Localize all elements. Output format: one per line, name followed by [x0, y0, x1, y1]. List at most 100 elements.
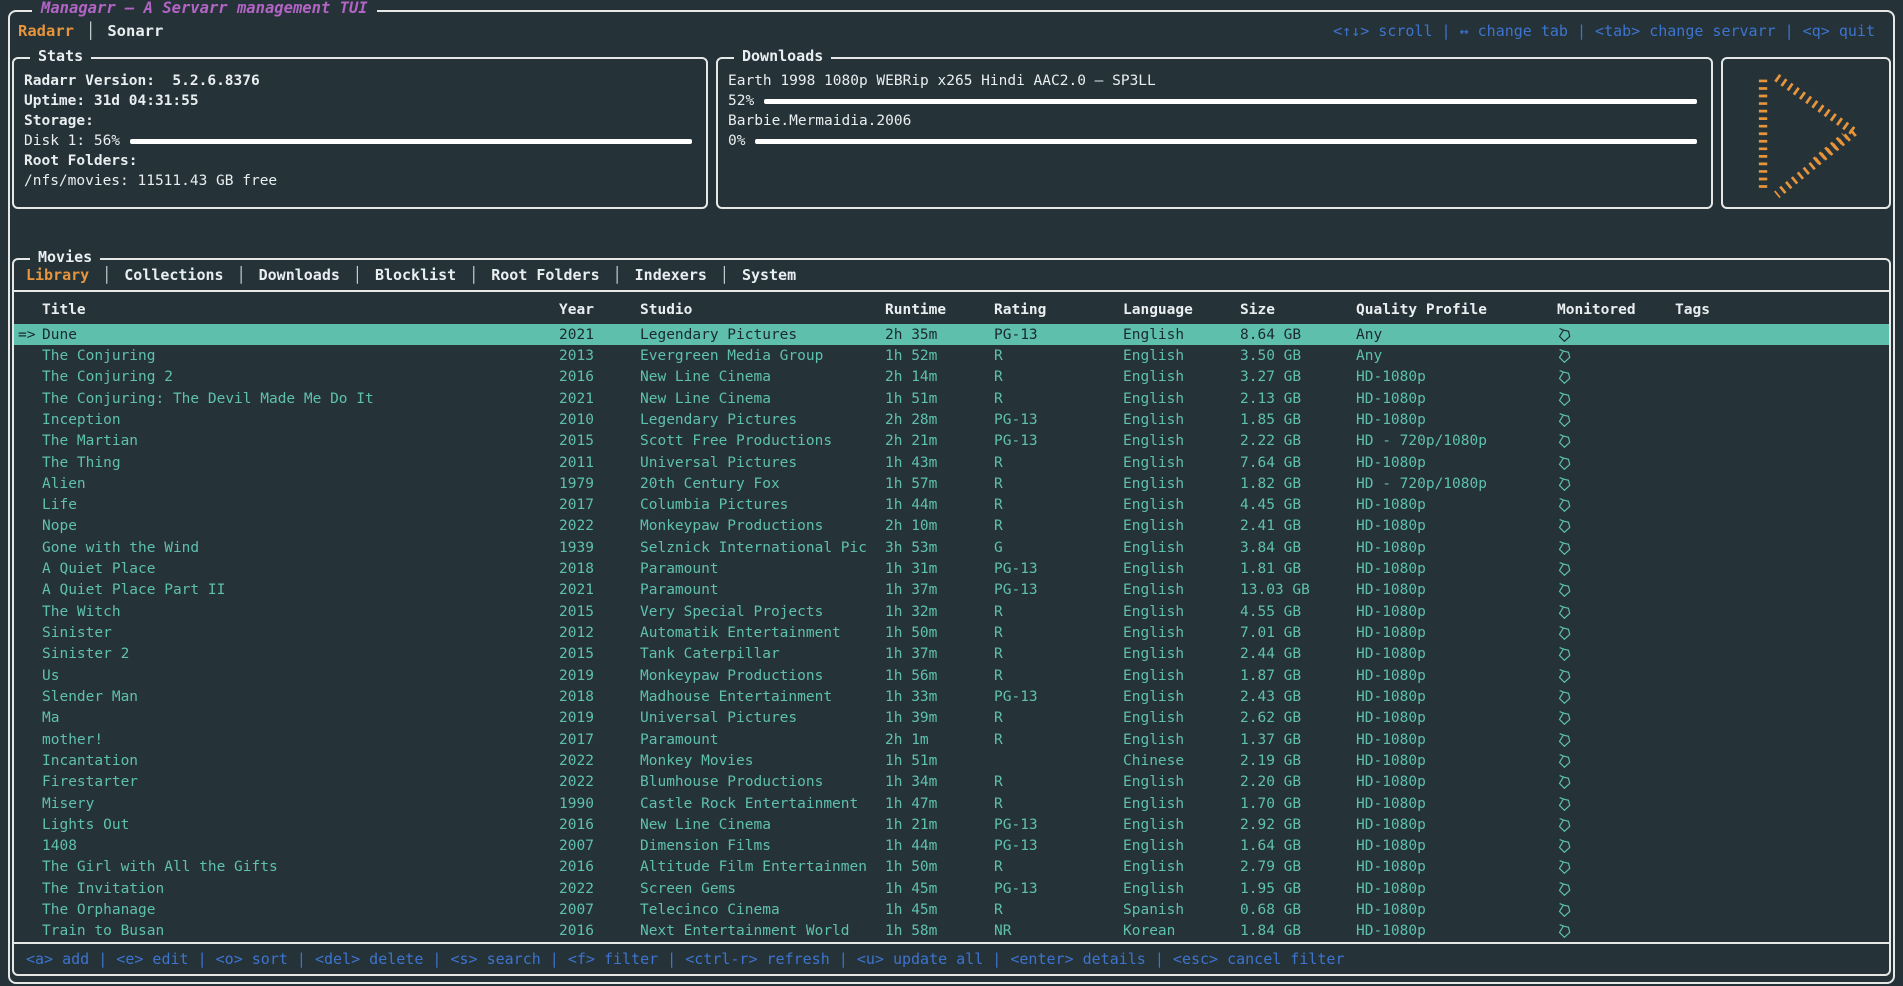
cell-size: 2.19 GB — [1240, 753, 1356, 769]
tab-blocklist[interactable]: Blocklist — [375, 266, 456, 284]
cell-runtime: 1h 52m — [885, 348, 994, 364]
monitored-tag-icon — [1557, 710, 1675, 726]
cell-year: 2017 — [559, 732, 640, 748]
table-row[interactable]: mother! 2017 Paramount 2h 1m R English 1… — [14, 729, 1889, 750]
tab-library[interactable]: Library — [26, 266, 89, 284]
cell-runtime: 1h 51m — [885, 753, 994, 769]
servarr-tabs: Radarr│Sonarr — [18, 22, 163, 40]
monitored-tag-icon — [1557, 433, 1675, 449]
cell-title: Sinister — [42, 625, 559, 641]
cell-rating: PG-13 — [994, 433, 1123, 449]
cell-size: 4.45 GB — [1240, 497, 1356, 513]
table-row[interactable]: Slender Man 2018 Madhouse Entertainment … — [14, 686, 1889, 707]
cell-rating: PG-13 — [994, 412, 1123, 428]
tab-indexers[interactable]: Indexers — [635, 266, 707, 284]
monitored-tag-icon — [1557, 668, 1675, 684]
table-row[interactable]: Sinister 2 2015 Tank Caterpillar 1h 37m … — [14, 644, 1889, 665]
top-panels-row: Stats Radarr Version: 5.2.6.8376 Uptime:… — [12, 57, 1891, 209]
cell-language: English — [1123, 646, 1240, 662]
cell-size: 2.20 GB — [1240, 774, 1356, 790]
tab-downloads[interactable]: Downloads — [259, 266, 340, 284]
cell-year: 2018 — [559, 561, 640, 577]
table-row[interactable]: Firestarter 2022 Blumhouse Productions 1… — [14, 772, 1889, 793]
cell-size: 2.44 GB — [1240, 646, 1356, 662]
download-name: Earth 1998 1080p WEBRip x265 Hindi AAC2.… — [728, 71, 1701, 91]
cell-language: English — [1123, 689, 1240, 705]
cell-rating: R — [994, 476, 1123, 492]
table-row[interactable]: A Quiet Place 2018 Paramount 1h 31m PG-1… — [14, 558, 1889, 579]
cell-title: Train to Busan — [42, 923, 559, 939]
table-row[interactable]: The Girl with All the Gifts 2016 Altitud… — [14, 857, 1889, 878]
stats-version-label: Radarr Version: — [24, 73, 155, 89]
table-row[interactable]: A Quiet Place Part II 2021 Paramount 1h … — [14, 580, 1889, 601]
cell-language: English — [1123, 881, 1240, 897]
movies-table-body: => Dune 2021 Legendary Pictures 2h 35m P… — [14, 324, 1889, 942]
col-header-studio: Studio — [640, 302, 885, 318]
cell-size: 2.22 GB — [1240, 433, 1356, 449]
cell-language: Spanish — [1123, 902, 1240, 918]
cell-year: 2016 — [559, 923, 640, 939]
stats-uptime-value: 31d 04:31:55 — [94, 93, 199, 109]
cell-studio: Columbia Pictures — [640, 497, 885, 513]
cell-title: Dune — [42, 327, 559, 343]
servarr-tab-radarr[interactable]: Radarr — [18, 22, 74, 40]
tab-root-folders[interactable]: Root Folders — [491, 266, 599, 284]
cell-language: English — [1123, 476, 1240, 492]
table-row[interactable]: Us 2019 Monkeypaw Productions 1h 56m R E… — [14, 665, 1889, 686]
cell-runtime: 2h 14m — [885, 369, 994, 385]
cell-rating: G — [994, 540, 1123, 556]
disk-usage-label: Disk 1: 56% — [24, 133, 120, 149]
tab-separator: │ — [102, 266, 111, 284]
table-row[interactable]: Inception 2010 Legendary Pictures 2h 28m… — [14, 409, 1889, 430]
table-row[interactable]: The Invitation 2022 Screen Gems 1h 45m P… — [14, 878, 1889, 899]
cell-title: Nope — [42, 518, 559, 534]
cell-quality-profile: HD-1080p — [1356, 796, 1557, 812]
cell-runtime: 1h 51m — [885, 391, 994, 407]
table-row[interactable]: => Dune 2021 Legendary Pictures 2h 35m P… — [14, 324, 1889, 345]
table-row[interactable]: The Thing 2011 Universal Pictures 1h 43m… — [14, 452, 1889, 473]
cell-rating: R — [994, 859, 1123, 875]
monitored-tag-icon — [1557, 391, 1675, 407]
table-row[interactable]: Gone with the Wind 1939 Selznick Interna… — [14, 537, 1889, 558]
cell-runtime: 2h 35m — [885, 327, 994, 343]
table-row[interactable]: Nope 2022 Monkeypaw Productions 2h 10m R… — [14, 516, 1889, 537]
table-row[interactable]: The Witch 2015 Very Special Projects 1h … — [14, 601, 1889, 622]
cell-rating: PG-13 — [994, 689, 1123, 705]
table-row[interactable]: Sinister 2012 Automatik Entertainment 1h… — [14, 622, 1889, 643]
table-row[interactable]: Incantation 2022 Monkey Movies 1h 51m Ch… — [14, 750, 1889, 771]
servarr-tab-sonarr[interactable]: Sonarr — [107, 22, 163, 40]
cell-language: English — [1123, 732, 1240, 748]
cell-studio: Dimension Films — [640, 838, 885, 854]
cell-size: 13.03 GB — [1240, 582, 1356, 598]
tab-separator: │ — [469, 266, 478, 284]
cell-title: Us — [42, 668, 559, 684]
table-row[interactable]: Alien 1979 20th Century Fox 1h 57m R Eng… — [14, 473, 1889, 494]
tab-system[interactable]: System — [742, 266, 796, 284]
table-row[interactable]: Ma 2019 Universal Pictures 1h 39m R Engl… — [14, 708, 1889, 729]
cell-studio: Altitude Film Entertainmen — [640, 859, 885, 875]
table-row[interactable]: The Conjuring: The Devil Made Me Do It 2… — [14, 388, 1889, 409]
cell-title: Slender Man — [42, 689, 559, 705]
download-percent-label: 52% — [728, 93, 754, 109]
cell-size: 1.81 GB — [1240, 561, 1356, 577]
cell-runtime: 1h 21m — [885, 817, 994, 833]
table-row[interactable]: The Orphanage 2007 Telecinco Cinema 1h 4… — [14, 899, 1889, 920]
cell-quality-profile: HD-1080p — [1356, 774, 1557, 790]
downloads-panel: Downloads Earth 1998 1080p WEBRip x265 H… — [716, 57, 1713, 209]
cell-size: 1.84 GB — [1240, 923, 1356, 939]
table-row[interactable]: Train to Busan 2016 Next Entertainment W… — [14, 921, 1889, 942]
cell-studio: Paramount — [640, 732, 885, 748]
table-row[interactable]: 1408 2007 Dimension Films 1h 44m PG-13 E… — [14, 836, 1889, 857]
cell-title: The Conjuring — [42, 348, 559, 364]
managarr-play-logo — [1742, 67, 1870, 199]
table-row[interactable]: The Conjuring 2013 Evergreen Media Group… — [14, 345, 1889, 366]
monitored-tag-icon — [1557, 348, 1675, 364]
table-row[interactable]: Misery 1990 Castle Rock Entertainment 1h… — [14, 793, 1889, 814]
table-row[interactable]: Life 2017 Columbia Pictures 1h 44m R Eng… — [14, 495, 1889, 516]
cell-rating: PG-13 — [994, 561, 1123, 577]
tab-collections[interactable]: Collections — [124, 266, 223, 284]
monitored-tag-icon — [1557, 497, 1675, 513]
table-row[interactable]: Lights Out 2016 New Line Cinema 1h 21m P… — [14, 814, 1889, 835]
table-row[interactable]: The Conjuring 2 2016 New Line Cinema 2h … — [14, 367, 1889, 388]
table-row[interactable]: The Martian 2015 Scott Free Productions … — [14, 431, 1889, 452]
